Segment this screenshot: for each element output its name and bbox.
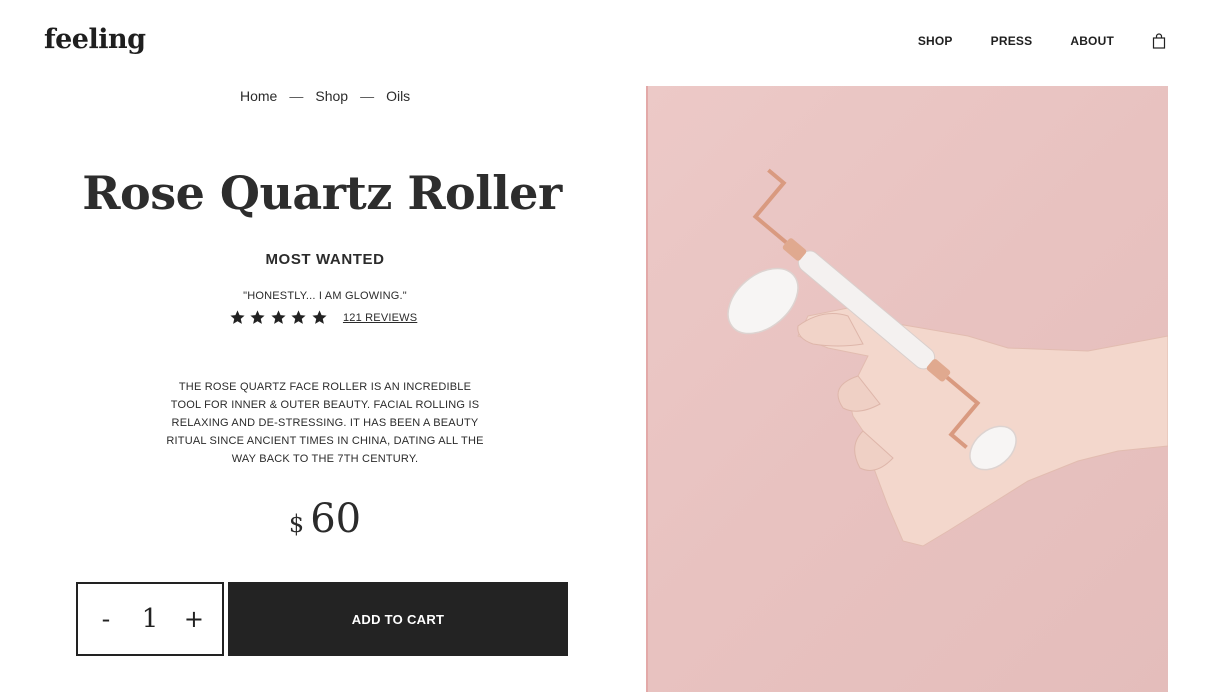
star-icon	[230, 310, 245, 324]
product-image	[646, 86, 1168, 692]
product-rating: 121 REVIEWS	[229, 309, 417, 326]
product-price: $60	[76, 496, 574, 542]
nav-shop[interactable]: SHOP	[918, 34, 953, 48]
breadcrumb-oils[interactable]: Oils	[386, 88, 410, 104]
price-amount: 60	[310, 496, 362, 542]
price-currency: $	[288, 510, 305, 538]
breadcrumb-home[interactable]: Home	[240, 88, 277, 104]
star-icon	[271, 310, 286, 324]
testimonial-quote: "HONESTLY... I AM GLOWING."	[243, 290, 407, 302]
main-nav: SHOP PRESS ABOUT	[918, 33, 1166, 49]
reviews-link[interactable]: 121 REVIEWS	[343, 312, 417, 324]
decrement-button[interactable]: -	[78, 605, 134, 633]
breadcrumb: Home — Shop — Oils	[240, 88, 410, 104]
star-icon	[311, 310, 327, 324]
product-subtitle: MOST WANTED	[265, 251, 385, 268]
breadcrumb-shop[interactable]: Shop	[315, 88, 348, 104]
quantity-stepper: - 1 +	[76, 582, 224, 656]
quantity-value[interactable]: 1	[142, 604, 159, 634]
nav-press[interactable]: PRESS	[991, 34, 1033, 48]
star-icon	[291, 310, 306, 324]
increment-button[interactable]: +	[166, 605, 222, 633]
shopping-bag-icon[interactable]	[1152, 33, 1166, 49]
brand-logo[interactable]: feeling	[44, 24, 146, 55]
breadcrumb-separator: —	[360, 88, 375, 104]
hand-holding-roller-image	[727, 168, 1168, 547]
star-rating	[229, 309, 331, 326]
product-title: Rose Quartz Roller	[82, 166, 562, 220]
breadcrumb-separator: —	[289, 88, 304, 104]
product-description: THE ROSE QUARTZ FACE ROLLER IS AN INCRED…	[166, 381, 484, 465]
star-icon	[250, 310, 265, 324]
add-to-cart-button[interactable]: ADD TO CART	[228, 582, 568, 656]
nav-about[interactable]: ABOUT	[1070, 34, 1114, 48]
